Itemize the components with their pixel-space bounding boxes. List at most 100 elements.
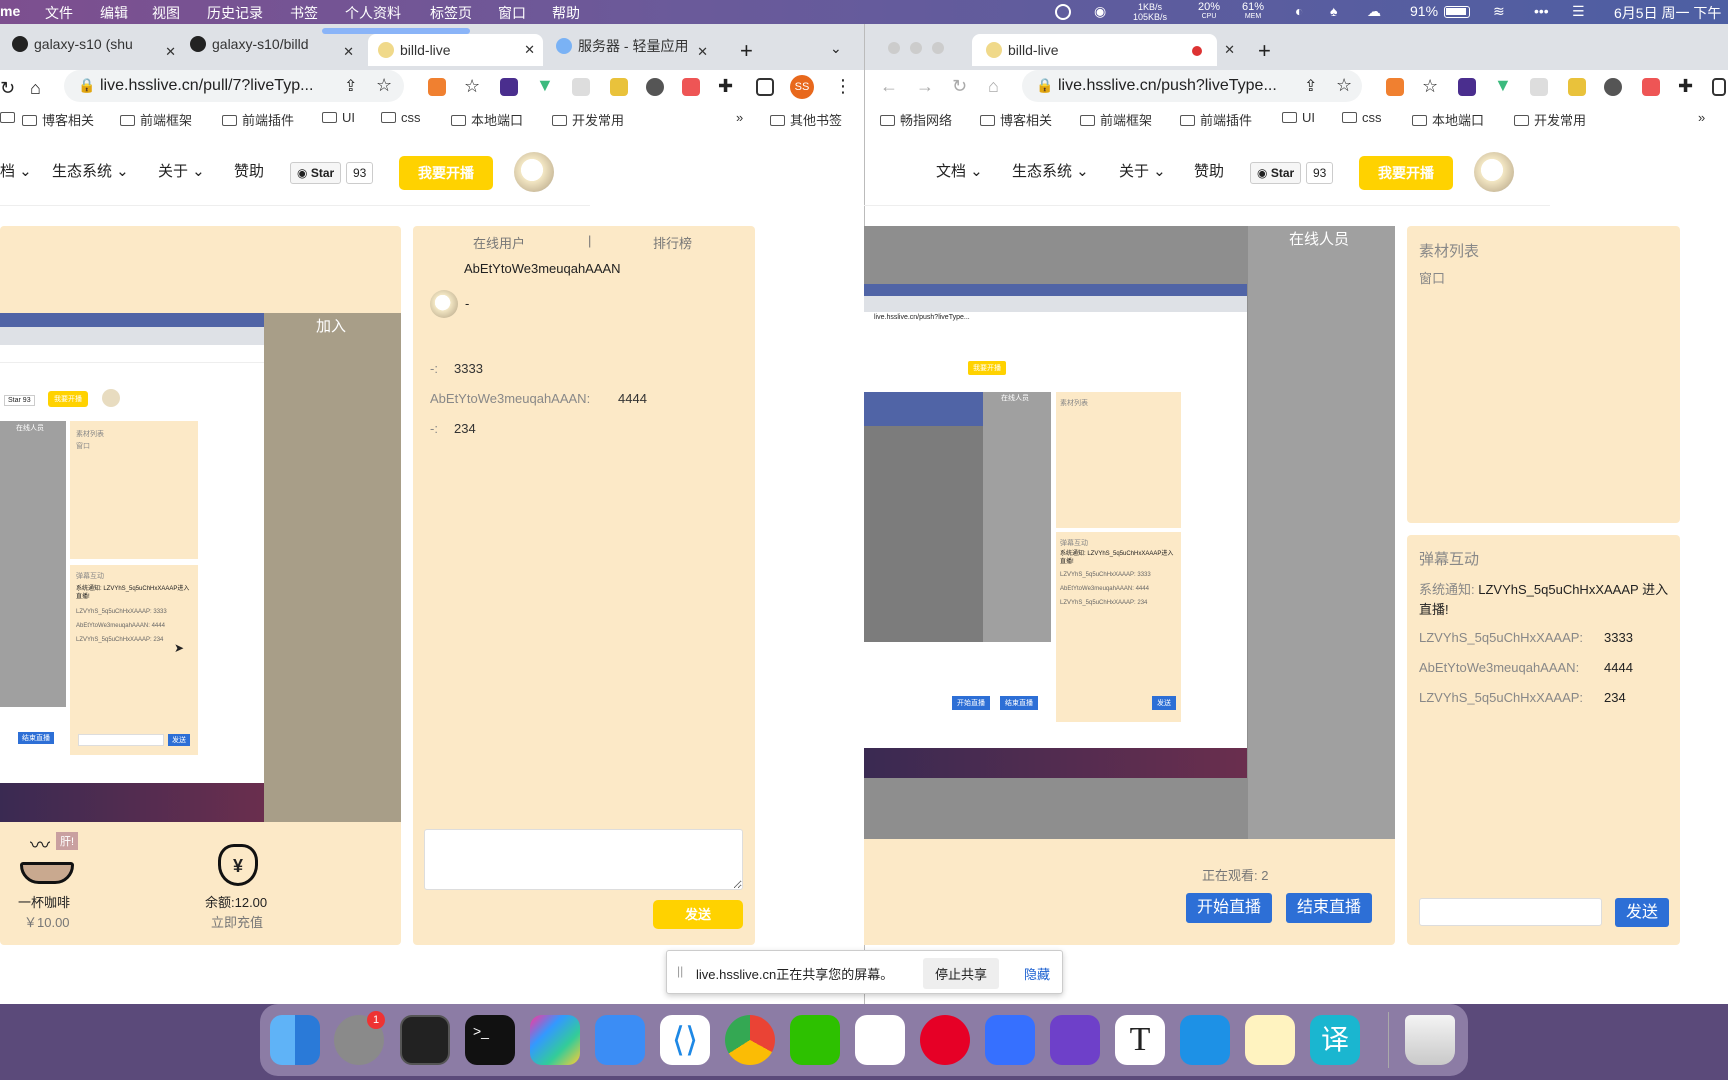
- stop-sharing-button[interactable]: 停止共享: [923, 958, 1000, 989]
- extension-icon-2[interactable]: [500, 78, 518, 96]
- vpn-icon[interactable]: ◐: [1295, 3, 1303, 19]
- money-bag-icon[interactable]: ¥: [218, 844, 258, 886]
- bookmark-frontend-frameworks[interactable]: 前端框架: [1080, 110, 1152, 129]
- extension-icon-4[interactable]: [1568, 78, 1586, 96]
- right-tab-billd[interactable]: billd-live ✕: [972, 34, 1235, 66]
- bookmark-blog[interactable]: 博客相关: [980, 110, 1052, 129]
- home-icon[interactable]: ⌂: [988, 76, 999, 97]
- left-tab-2[interactable]: galaxy-s10/billd ✕: [190, 36, 362, 68]
- minimize-window-button[interactable]: [910, 42, 922, 54]
- bookmarks-overflow[interactable]: »: [1698, 110, 1705, 125]
- tab-online-users[interactable]: 在线用户: [473, 233, 525, 252]
- kebab-menu-icon[interactable]: ⋮: [834, 76, 852, 97]
- github-star-button[interactable]: ◉ Star: [1250, 162, 1302, 184]
- docker-icon[interactable]: [1180, 1015, 1230, 1065]
- bookmark-changzhi[interactable]: 畅指网络: [880, 110, 952, 129]
- control-center-icon[interactable]: ☰: [1572, 3, 1585, 20]
- address-bar[interactable]: 🔒 live.hsslive.cn/pull/7?liveTyp... ⇪ ☆: [64, 70, 404, 102]
- qq-icon[interactable]: [855, 1015, 905, 1065]
- more-icon[interactable]: •••: [1534, 3, 1549, 19]
- hide-button[interactable]: 隐藏: [1024, 964, 1050, 983]
- battery-icon[interactable]: [1444, 6, 1470, 18]
- extension-icon-1[interactable]: [1386, 78, 1404, 96]
- danmu-input[interactable]: [1419, 898, 1602, 926]
- bookmark-star-icon[interactable]: ☆: [1336, 75, 1352, 96]
- puzzle-icon[interactable]: ✚: [1678, 76, 1693, 97]
- start-live-button[interactable]: 开始直播: [1186, 893, 1272, 923]
- translate-icon[interactable]: 译: [1310, 1015, 1360, 1065]
- github-star-button[interactable]: ◉ Star: [290, 162, 342, 184]
- left-tab-1[interactable]: galaxy-s10 (shu ✕: [12, 36, 184, 68]
- launchpad-icon[interactable]: [530, 1015, 580, 1065]
- activity-monitor-icon[interactable]: [400, 1015, 450, 1065]
- menu-tabs[interactable]: 标签页: [430, 3, 472, 23]
- reload-icon[interactable]: ↻: [0, 78, 15, 99]
- nav-docs[interactable]: 档 ⌄: [0, 160, 32, 181]
- bookmark-star-icon[interactable]: ☆: [376, 75, 392, 96]
- wechat-icon[interactable]: [790, 1015, 840, 1065]
- trash-icon[interactable]: [1405, 1015, 1455, 1065]
- close-icon[interactable]: ✕: [524, 42, 535, 58]
- bell-icon[interactable]: ♠: [1330, 3, 1337, 19]
- star-extension-icon[interactable]: ☆: [1422, 76, 1438, 97]
- vue-icon[interactable]: ▼: [1494, 75, 1512, 96]
- sidepanel-icon[interactable]: [756, 78, 774, 96]
- bookmark-frontend-frameworks[interactable]: 前端框架: [120, 110, 192, 129]
- extension-icon-3[interactable]: [572, 78, 590, 96]
- vue-icon[interactable]: ▼: [536, 75, 554, 96]
- go-live-button[interactable]: 我要开播: [1359, 156, 1453, 190]
- menu-view[interactable]: 视图: [152, 3, 180, 23]
- bookmark-blog[interactable]: 博客相关: [22, 110, 94, 129]
- vscode-icon[interactable]: ⟨⟩: [660, 1015, 710, 1065]
- netease-music-icon[interactable]: [920, 1015, 970, 1065]
- github-desktop-icon[interactable]: [1050, 1015, 1100, 1065]
- app-menu[interactable]: me: [0, 3, 20, 19]
- reload-icon[interactable]: ↻: [952, 76, 967, 97]
- nav-sponsor[interactable]: 赞助: [234, 160, 264, 181]
- user-avatar[interactable]: [514, 152, 554, 192]
- extension-icon-5[interactable]: [646, 78, 664, 96]
- left-tab-3[interactable]: billd-live ✕: [368, 34, 543, 66]
- nav-docs[interactable]: 文档 ⌄: [936, 160, 983, 181]
- nav-about[interactable]: 关于 ⌄: [158, 160, 205, 181]
- close-window-button[interactable]: [888, 42, 900, 54]
- bookmark-frontend-plugins[interactable]: 前端插件: [222, 110, 294, 129]
- bookmark-ui[interactable]: UI: [322, 110, 355, 125]
- nav-ecosystem[interactable]: 生态系统 ⌄: [52, 160, 129, 181]
- profile-avatar[interactable]: SS: [790, 75, 814, 99]
- go-live-button[interactable]: 我要开播: [399, 156, 493, 190]
- close-icon[interactable]: ✕: [343, 44, 354, 60]
- bookmark-css[interactable]: css: [1342, 110, 1382, 125]
- extension-icon-5[interactable]: [1604, 78, 1622, 96]
- nav-ecosystem[interactable]: 生态系统 ⌄: [1012, 160, 1089, 181]
- recharge-link[interactable]: 立即充值: [211, 912, 263, 931]
- menu-history[interactable]: 历史记录: [207, 3, 263, 23]
- menu-edit[interactable]: 编辑: [100, 3, 128, 23]
- billd-icon[interactable]: [1245, 1015, 1295, 1065]
- close-icon[interactable]: ✕: [165, 44, 176, 60]
- finder-icon[interactable]: [270, 1015, 320, 1065]
- user-avatar[interactable]: [1474, 152, 1514, 192]
- extension-icon-6[interactable]: [1642, 78, 1660, 96]
- forward-icon[interactable]: →: [916, 76, 934, 97]
- feishu-icon[interactable]: [985, 1015, 1035, 1065]
- nav-sponsor[interactable]: 赞助: [1194, 160, 1224, 181]
- close-icon[interactable]: ✕: [1224, 42, 1235, 58]
- new-tab-button[interactable]: +: [1258, 38, 1271, 64]
- cat-icon[interactable]: ◉: [1094, 3, 1106, 20]
- terminal-icon[interactable]: >_: [465, 1015, 515, 1065]
- bookmark-other[interactable]: 其他书签: [770, 110, 842, 129]
- chevron-down-icon[interactable]: ⌄: [830, 40, 842, 57]
- chat-textarea[interactable]: [424, 829, 743, 890]
- material-item-window[interactable]: 窗口: [1419, 268, 1445, 287]
- bookmark-frontend-plugins[interactable]: 前端插件: [1180, 110, 1252, 129]
- sidepanel-icon[interactable]: [1712, 78, 1726, 96]
- chrome-icon[interactable]: [725, 1015, 775, 1065]
- bookmark-dev-common[interactable]: 开发常用: [1514, 110, 1586, 129]
- home-icon[interactable]: ⌂: [30, 78, 41, 99]
- nav-about[interactable]: 关于 ⌄: [1119, 160, 1166, 181]
- online-user-avatar[interactable]: [430, 290, 458, 318]
- danmu-send-button[interactable]: 发送: [1615, 898, 1669, 927]
- menu-bookmarks[interactable]: 书签: [290, 3, 318, 23]
- back-icon[interactable]: ←: [880, 76, 898, 97]
